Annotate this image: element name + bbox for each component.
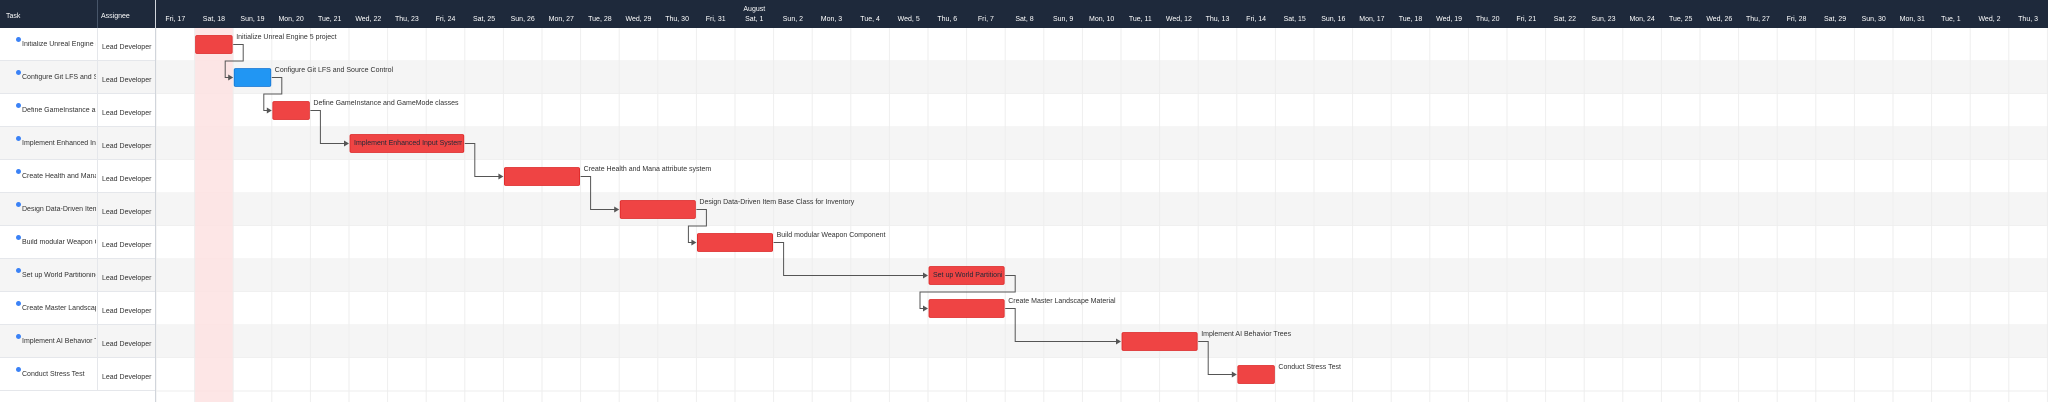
gantt-app: Task Assignee Initialize Unreal Engine 5… [0,0,2048,402]
task-name: Create Master Landscape Material [22,305,96,312]
grid-row[interactable]: Implement Enhanced Input System Lead Deve… [0,127,155,160]
task-name: Create Health and Mana attribute system [22,173,96,180]
task-status-dot [16,334,21,339]
task-assignee: Lead Developer [102,44,152,51]
bar-inner-label: Implement Enhanced Input System [354,139,462,147]
grid-row[interactable]: Initialize Unreal Engine 5 project Lead D… [0,28,155,61]
task-bar[interactable] [928,299,1005,318]
bar-side-label: Initialize Unreal Engine 5 project [236,33,337,41]
bar-side-label: Define GameInstance and GameMode classes [313,99,459,107]
cell-separator [97,358,98,391]
task-status-dot [16,202,21,207]
task-status-dot [16,235,21,240]
grid-header: Task Assignee [0,0,155,28]
task-name: Set up World Partitioning [22,272,96,279]
column-separator[interactable] [97,0,98,28]
cell-separator [97,259,98,292]
task-status-dot [16,37,21,42]
grid-row[interactable]: Design Data-Driven Item Base Class for I… [0,193,155,226]
grid-row[interactable]: Create Health and Mana attribute system L… [0,160,155,193]
task-status-dot [16,268,21,273]
timeline-row [156,193,2048,226]
task-assignee: Lead Developer [102,374,152,381]
cell-separator [97,160,98,193]
timeline-area: August Fri, 17 Sat, 18 Sun, 19 Mon, 20 Tue, 2… [156,0,2048,402]
task-name: Design Data-Driven Item Base Class for I… [22,206,96,213]
task-status-dot [16,136,21,141]
grid-row[interactable]: Create Master Landscape Material Lead Dev… [0,292,155,325]
cell-separator [97,94,98,127]
task-bar[interactable] [195,35,233,54]
task-assignee: Lead Developer [102,242,152,249]
task-name: Initialize Unreal Engine 5 project [22,41,96,48]
timeline-row [156,259,2048,292]
task-bar[interactable] [1237,365,1275,384]
bar-side-label: Implement AI Behavior Trees [1201,330,1292,338]
cell-separator [97,61,98,94]
cell-separator [97,325,98,358]
grid-row[interactable]: Implement AI Behavior Trees Lead Develope… [0,325,155,358]
task-name: Build modular Weapon Component [22,239,96,246]
task-status-dot [16,70,21,75]
task-name: Conduct Stress Test [22,371,85,378]
timeline-row [156,28,2048,61]
grid-row[interactable]: Conduct Stress Test Lead Developer [0,358,155,391]
bar-side-label: Create Master Landscape Material [1008,297,1116,305]
grid-row[interactable]: Build modular Weapon Component Lead Devel… [0,226,155,259]
cell-separator [97,226,98,259]
task-grid: Task Assignee Initialize Unreal Engine 5… [0,0,155,402]
timeline-row [156,160,2048,193]
task-name: Implement AI Behavior Trees [22,338,96,345]
grid-row[interactable]: Set up World Partitioning Lead Developer [0,259,155,292]
task-status-dot [16,103,21,108]
bar-side-label: Conduct Stress Test [1278,363,1341,371]
task-assignee: Lead Developer [102,209,152,216]
task-bar[interactable] [697,233,774,252]
cell-separator [97,127,98,160]
task-assignee: Lead Developer [102,308,152,315]
column-header-assignee[interactable]: Assignee [101,0,130,28]
task-assignee: Lead Developer [102,176,152,183]
task-bar[interactable] [1121,332,1198,351]
cell-separator [97,28,98,61]
bar-inner-label: Set up World Partitioning [933,271,1002,279]
task-status-dot [16,301,21,306]
task-bar[interactable] [272,101,310,120]
grid-row[interactable]: Configure Git LFS and Source Control Lead… [0,61,155,94]
task-assignee: Lead Developer [102,143,152,150]
timeline-row [156,226,2048,259]
task-bar[interactable] [503,167,580,186]
task-assignee: Lead Developer [102,110,152,117]
timeline-row [156,358,2048,391]
task-status-dot [16,367,21,372]
timeline-chart [156,28,2048,402]
task-bar[interactable] [619,200,696,219]
column-header-task[interactable]: Task [6,0,20,28]
timeline-row [156,61,2048,94]
cell-separator [97,193,98,226]
task-bar-selected[interactable] [233,68,272,87]
task-assignee: Lead Developer [102,341,152,348]
task-assignee: Lead Developer [102,275,152,282]
task-status-dot [16,169,21,174]
today-highlight [194,28,234,402]
task-name: Implement Enhanced Input System [22,140,96,147]
task-name: Configure Git LFS and Source Control [22,74,96,81]
task-name: Define GameInstance and GameMode classes [22,107,96,114]
cell-separator [97,292,98,325]
bar-side-label: Build modular Weapon Component [776,231,886,239]
bar-side-label: Configure Git LFS and Source Control [274,66,394,74]
bar-side-label: Design Data-Driven Item Base Class for I… [699,198,855,206]
bar-side-label: Create Health and Mana attribute system [583,165,712,173]
grid-row[interactable]: Define GameInstance and GameMode classes… [0,94,155,127]
task-assignee: Lead Developer [102,77,152,84]
